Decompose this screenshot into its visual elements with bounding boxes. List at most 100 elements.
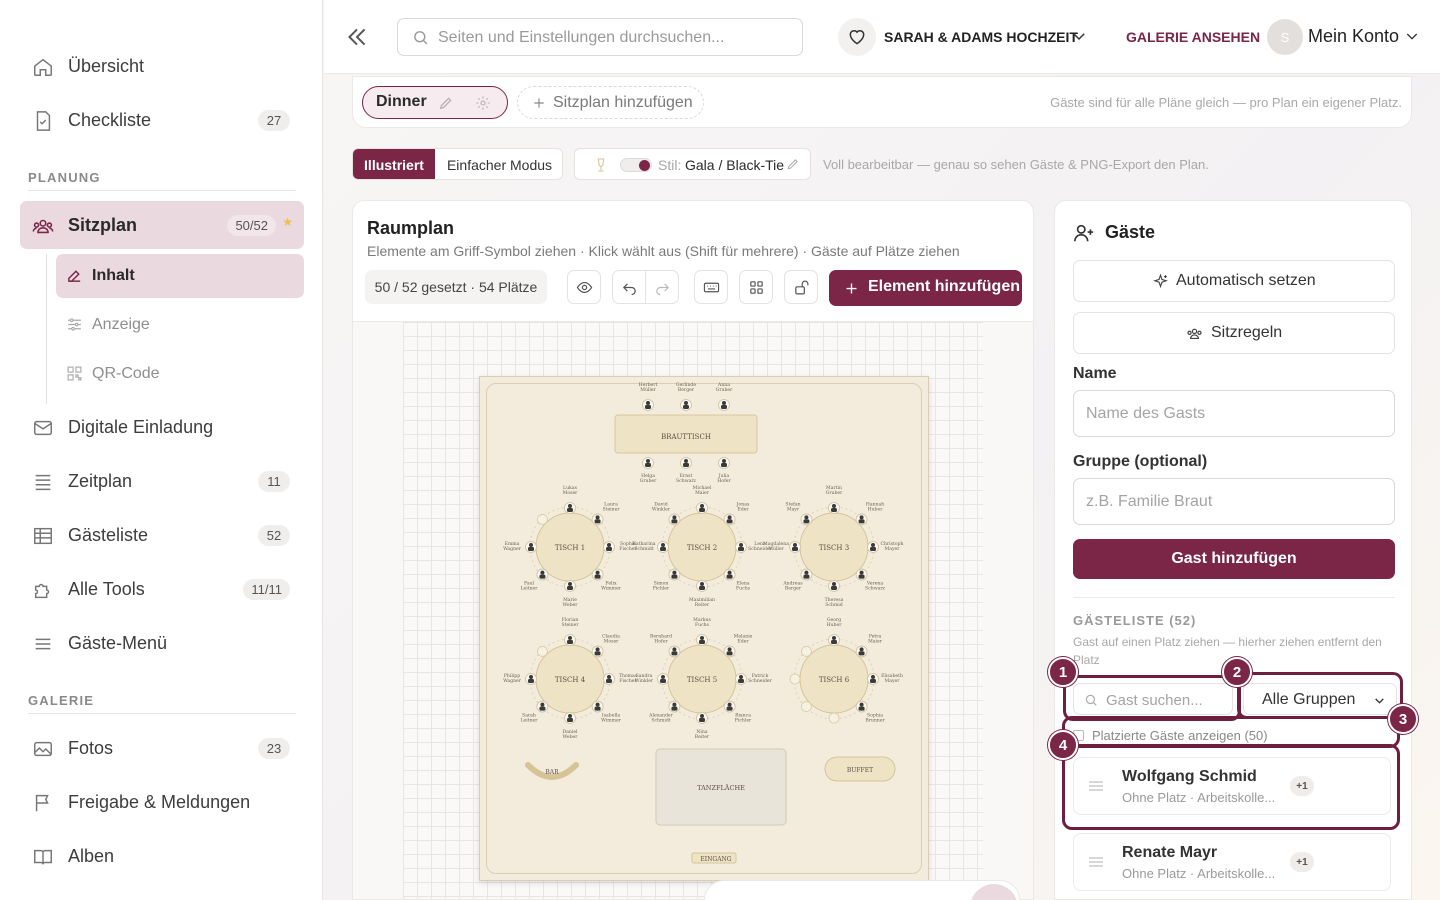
seat-guest-name: Martin Gruber [826,485,843,496]
style-toggle[interactable] [620,158,652,172]
sidebar-item-sharing[interactable]: Freigabe & Meldungen [20,778,304,826]
seat-guest-name: Julia Hofer [717,473,731,484]
puzzle-icon [34,583,50,599]
view-gallery-link[interactable]: GALERIE ANSEHEN [1126,29,1260,45]
guest-figure [645,405,651,409]
guest-figure [594,519,601,524]
guest-figure [832,504,836,508]
count-badge: 27 [258,110,290,131]
count-badge: 11/11 [243,579,290,600]
book-icon [34,849,52,865]
section-heading-planning: PLANUNG [28,170,101,185]
guest-name-field[interactable] [1073,390,1395,437]
seat-guest-name: Sarah Leitner [521,713,539,724]
divider [28,190,296,191]
guest-row[interactable]: Wolfgang Schmid Ohne Platz · Arbeitskoll… [1073,757,1391,815]
guest-search[interactable] [1073,683,1233,715]
sidebar-item-checklist[interactable]: Checkliste 27 [20,96,304,144]
sidebar-subitem-display[interactable]: Anzeige [56,303,304,347]
redo-button[interactable] [645,270,679,304]
unlock-button[interactable] [784,270,818,304]
sidebar-item-guestlist[interactable]: Gästeliste 52 [20,511,304,559]
pencil-icon[interactable] [786,157,800,171]
guest-figure [700,636,704,640]
sidebar-item-guest-menu[interactable]: Gäste-Menü [20,619,304,667]
sidebar-item-invitation[interactable]: Digitale Einladung [20,403,304,451]
seating-rules-button[interactable]: Sitzregeln [1073,312,1395,354]
guest-figure [871,543,875,547]
sidebar-item-label: Checkliste [68,109,152,130]
show-placed-label: Platzierte Gäste anzeigen (50) [1092,728,1268,743]
gear-icon[interactable] [475,95,491,111]
sidebar-subitem-content[interactable]: Inhalt [56,254,304,298]
sidebar-item-schedule[interactable]: Zeitplan 11 [20,457,304,505]
add-guest-button[interactable]: Gast hinzufügen [1073,539,1395,579]
auto-seat-button[interactable]: Automatisch setzen [1073,260,1395,302]
guest-figure [793,543,797,547]
empty-seat [537,514,548,525]
tab-plan-dinner[interactable]: Dinner [362,86,508,119]
sidebar-item-overview[interactable]: Übersicht [20,42,304,90]
keyboard-button[interactable] [694,270,728,304]
sidebar-item-albums[interactable]: Alben [20,832,304,880]
sidebar-item-label: Alle Tools [68,578,145,599]
sidebar-item-seating[interactable]: Sitzplan 50/52 ★ [20,201,304,249]
plus-icon [534,98,544,108]
layout-grid-button[interactable] [739,270,773,304]
guest-figure [727,702,732,707]
preview-button[interactable] [567,270,601,304]
guest-figure [738,679,744,683]
avatar[interactable]: S [1267,19,1303,55]
app-root: Übersicht Checkliste 27 PLANUNG Sitzplan… [0,0,1440,900]
style-selector[interactable]: Stil: Gala / Black-Tie [574,148,811,180]
show-placed-toggle[interactable]: Platzierte Gäste anzeigen (50) [1073,728,1393,743]
seat-guest-name: Laura Steiner [602,501,620,512]
global-search[interactable] [397,18,803,56]
undo-button[interactable] [612,270,646,304]
count-badge: 50/52 [227,215,276,236]
guest-figure [528,679,534,683]
pencil-icon[interactable] [438,95,454,111]
guest-figure [803,519,810,524]
event-selector[interactable]: SARAH & ADAMS HOCHZEIT [884,29,1078,45]
guest-figure [699,718,705,722]
guest-figure [567,586,573,590]
add-seating-plan-button[interactable]: Sitzplan hinzufügen [517,86,704,119]
guest-figure [870,679,876,683]
chevron-down-icon[interactable] [1404,28,1420,44]
edit-icon [68,270,81,282]
mode-illustrated-button[interactable]: Illustriert [353,149,435,179]
auto-seat-label: Automatisch setzen [1176,272,1316,289]
mode-simple-button[interactable]: Einfacher Modus [435,149,562,179]
seat-guest-name: Melanie Eder [734,633,753,644]
search-input[interactable] [438,27,788,49]
collapse-sidebar-icon[interactable] [344,24,370,50]
guest-name: Wolfgang Schmid [1122,768,1257,785]
seat-guest-name: Felix Wimmer [601,581,622,592]
guest-figure [684,401,688,405]
heart-icon [849,30,865,45]
seat-guest-name: Marie Weber [563,597,579,608]
group-filter-select[interactable]: Alle Gruppen [1243,683,1397,715]
sidebar-item-photos[interactable]: Fotos 23 [20,724,304,772]
seat-guest-name: Georg Huber [827,617,843,628]
sidebar-item-all-tools[interactable]: Alle Tools 11/11 [20,565,304,613]
guest-figure [539,706,546,711]
drag-handle-icon[interactable] [1089,856,1103,868]
drag-handle-icon[interactable] [1089,780,1103,792]
guest-figure [539,574,546,579]
seat-guest-name: Christoph Mayer [880,541,903,552]
seat-guest-name: Ernst Schwarz [676,473,697,484]
canvas-area: BRAUTTISCH Herbert Müller Helga Gruber Gerlin… [353,321,1033,899]
annotation-badge: 3 [1388,704,1418,734]
account-menu[interactable]: Mein Konto [1308,26,1399,47]
seat-guest-name: Lukas Moser [563,485,579,496]
sidebar-subitem-qrcode[interactable]: QR-Code [56,352,304,396]
chevron-down-icon[interactable] [1070,27,1088,45]
guest-row[interactable]: Renate Mayr Ohne Platz · Arbeitskolle...… [1073,833,1391,891]
guest-search-input[interactable] [1106,689,1226,711]
event-heart-button[interactable] [838,18,876,56]
seat-guest-name: Bianca Pichler [735,713,752,724]
add-element-button[interactable]: Element hinzufügen [829,270,1022,306]
guest-group-field[interactable] [1073,478,1395,525]
